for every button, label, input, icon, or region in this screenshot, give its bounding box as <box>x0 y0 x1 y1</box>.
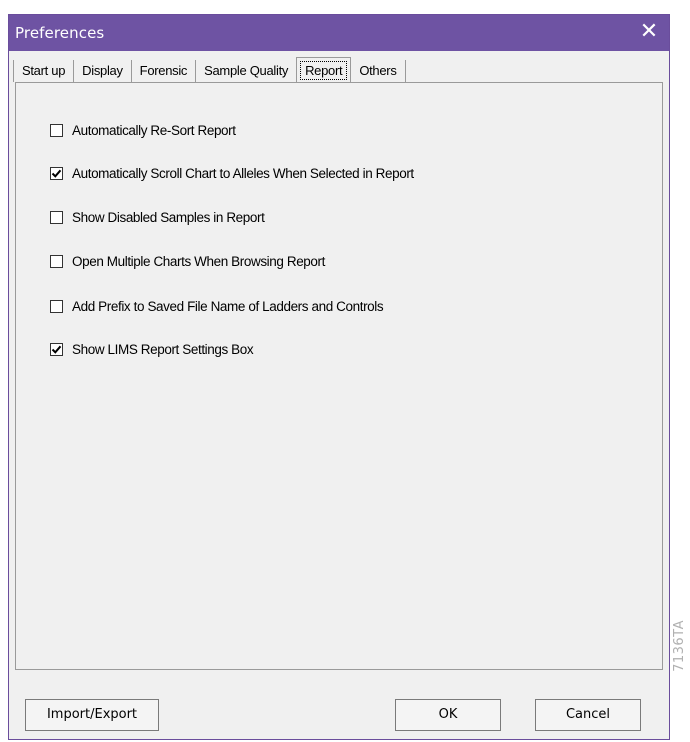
preferences-dialog: Preferences ✕ Start up Display Forensic … <box>8 14 670 740</box>
tab-report[interactable]: Report <box>296 57 352 83</box>
tab-others[interactable]: Others <box>351 60 406 82</box>
option-open-multiple-charts[interactable]: Open Multiple Charts When Browsing Repor… <box>50 254 325 269</box>
checkbox[interactable] <box>50 211 63 224</box>
option-auto-resort-report[interactable]: Automatically Re-Sort Report <box>50 123 236 138</box>
import-export-button[interactable]: Import/Export <box>25 699 159 731</box>
checkbox[interactable] <box>50 167 63 180</box>
tab-display[interactable]: Display <box>74 60 132 82</box>
tab-label: Start up <box>22 63 66 78</box>
cancel-button[interactable]: Cancel <box>535 699 641 731</box>
checkmark-icon <box>51 345 62 354</box>
checkmark-icon <box>51 169 62 178</box>
ok-button[interactable]: OK <box>395 699 501 731</box>
option-add-prefix-filename[interactable]: Add Prefix to Saved File Name of Ladders… <box>50 299 384 314</box>
tab-label: Forensic <box>139 63 188 78</box>
option-show-disabled-samples[interactable]: Show Disabled Samples in Report <box>50 210 265 225</box>
checkbox[interactable] <box>50 343 63 356</box>
option-auto-scroll-chart[interactable]: Automatically Scroll Chart to Alleles Wh… <box>50 166 414 181</box>
checkbox[interactable] <box>50 300 63 313</box>
window-title: Preferences <box>15 24 105 42</box>
tab-label: Sample Quality <box>204 63 289 78</box>
close-icon[interactable]: ✕ <box>637 20 661 44</box>
checkbox[interactable] <box>50 124 63 137</box>
figure-code-label: 7136TA <box>672 620 690 740</box>
option-label: Show LIMS Report Settings Box <box>72 342 254 357</box>
tab-sample-quality[interactable]: Sample Quality <box>196 60 296 82</box>
option-label: Add Prefix to Saved File Name of Ladders… <box>72 299 384 314</box>
tab-strip: Start up Display Forensic Sample Quality… <box>13 56 406 83</box>
option-show-lims-settings[interactable]: Show LIMS Report Settings Box <box>50 342 254 357</box>
title-bar[interactable]: Preferences ✕ <box>9 15 669 51</box>
tab-start-up[interactable]: Start up <box>13 60 75 82</box>
tab-label: Report <box>300 61 348 80</box>
report-tab-panel: Automatically Re-Sort Report Automatical… <box>15 82 663 670</box>
tab-label: Others <box>359 63 397 78</box>
option-label: Automatically Scroll Chart to Alleles Wh… <box>72 166 414 181</box>
option-label: Open Multiple Charts When Browsing Repor… <box>72 254 325 269</box>
checkbox[interactable] <box>50 255 63 268</box>
option-label: Automatically Re-Sort Report <box>72 123 236 138</box>
tab-label: Display <box>82 63 123 78</box>
tab-forensic[interactable]: Forensic <box>132 60 197 82</box>
figure-code-text: 7136TA <box>672 620 687 672</box>
option-label: Show Disabled Samples in Report <box>72 210 265 225</box>
